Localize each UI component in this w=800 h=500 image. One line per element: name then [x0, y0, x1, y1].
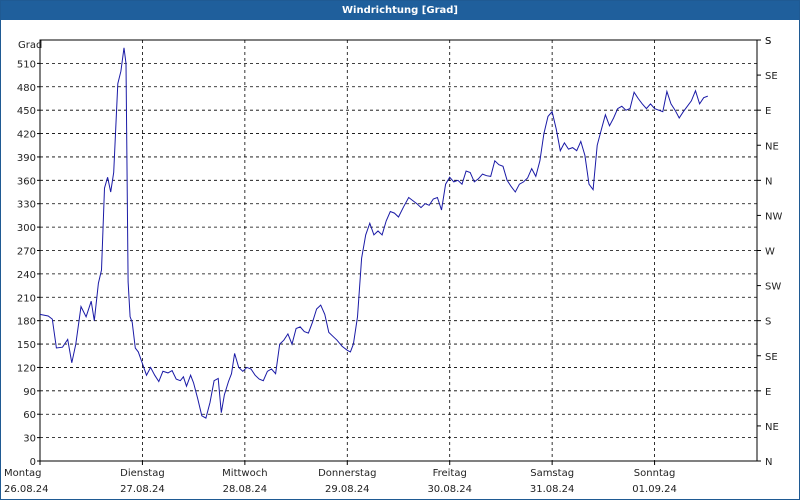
x-tick-date-label: 27.08.24: [120, 484, 165, 495]
y-axis-label: Grad: [18, 40, 42, 51]
x-tick-day-label: Donnerstag: [318, 468, 376, 479]
y-tick-label: 90: [23, 387, 36, 398]
compass-label: NE: [765, 422, 779, 433]
y-tick-label: 450: [17, 106, 36, 117]
compass-label: SE: [765, 71, 778, 82]
x-tick-day-label: Sonntag: [634, 468, 676, 479]
y-tick-label: 30: [23, 434, 36, 445]
y-tick-label: 300: [17, 223, 36, 234]
compass-label: E: [765, 106, 771, 117]
compass-label: N: [765, 176, 772, 187]
y-tick-label: 390: [17, 153, 36, 164]
x-tick-date-label: 29.08.24: [325, 484, 370, 495]
y-tick-label: 480: [17, 83, 36, 94]
x-tick-date-label: 30.08.24: [427, 484, 472, 495]
x-tick-day-label: Montag: [4, 468, 41, 479]
y-tick-label: 0: [30, 457, 36, 468]
y-tick-label: 420: [17, 130, 36, 141]
x-tick-day-label: Freitag: [433, 468, 467, 479]
compass-label: E: [765, 387, 771, 398]
compass-label: NW: [765, 211, 782, 222]
compass-label: W: [765, 247, 775, 258]
x-tick-day-label: Mittwoch: [222, 468, 267, 479]
y-tick-label: 360: [17, 176, 36, 187]
x-axis-ticks: Montag 26.08.24 Dienstag 27.08.24 Mittwoch 28…: [4, 461, 677, 495]
x-tick-date-label: 01.09.24: [632, 484, 677, 495]
plot-area: [39, 39, 758, 462]
compass-label: S: [765, 36, 771, 47]
y-tick-label: 60: [23, 410, 36, 421]
compass-label: S: [765, 317, 771, 328]
y-tick-label: 510: [17, 59, 36, 70]
compass-label: SW: [765, 282, 781, 293]
y-tick-label: 150: [17, 340, 36, 351]
x-tick-day-label: Dienstag: [120, 468, 165, 479]
y-tick-label: 210: [17, 293, 36, 304]
y-tick-label: 330: [17, 200, 36, 211]
y-tick-label: 180: [17, 317, 36, 328]
y-tick-label: 270: [17, 247, 36, 258]
x-tick-day-label: Samstag: [530, 468, 574, 479]
y-axis-ticks: 0 30 60 90 120 150 180 210 240 270 300 330 360 390 420…: [17, 59, 40, 468]
y-tick-label: 120: [17, 363, 36, 374]
compass-label: SE: [765, 352, 778, 363]
x-tick-date-label: 28.08.24: [223, 484, 268, 495]
y-tick-label: 240: [17, 270, 36, 281]
wind-direction-chart: 0 30 60 90 120 150 180 210 240 270 300 330 360 390 420…: [4, 36, 782, 495]
x-tick-date-label: 31.08.24: [530, 484, 575, 495]
x-tick-date-label: 26.08.24: [4, 484, 49, 495]
compass-label: NE: [765, 141, 779, 152]
compass-label: N: [765, 457, 772, 468]
compass-axis: NNEESESSWWNWNNEESESS: [757, 36, 782, 468]
